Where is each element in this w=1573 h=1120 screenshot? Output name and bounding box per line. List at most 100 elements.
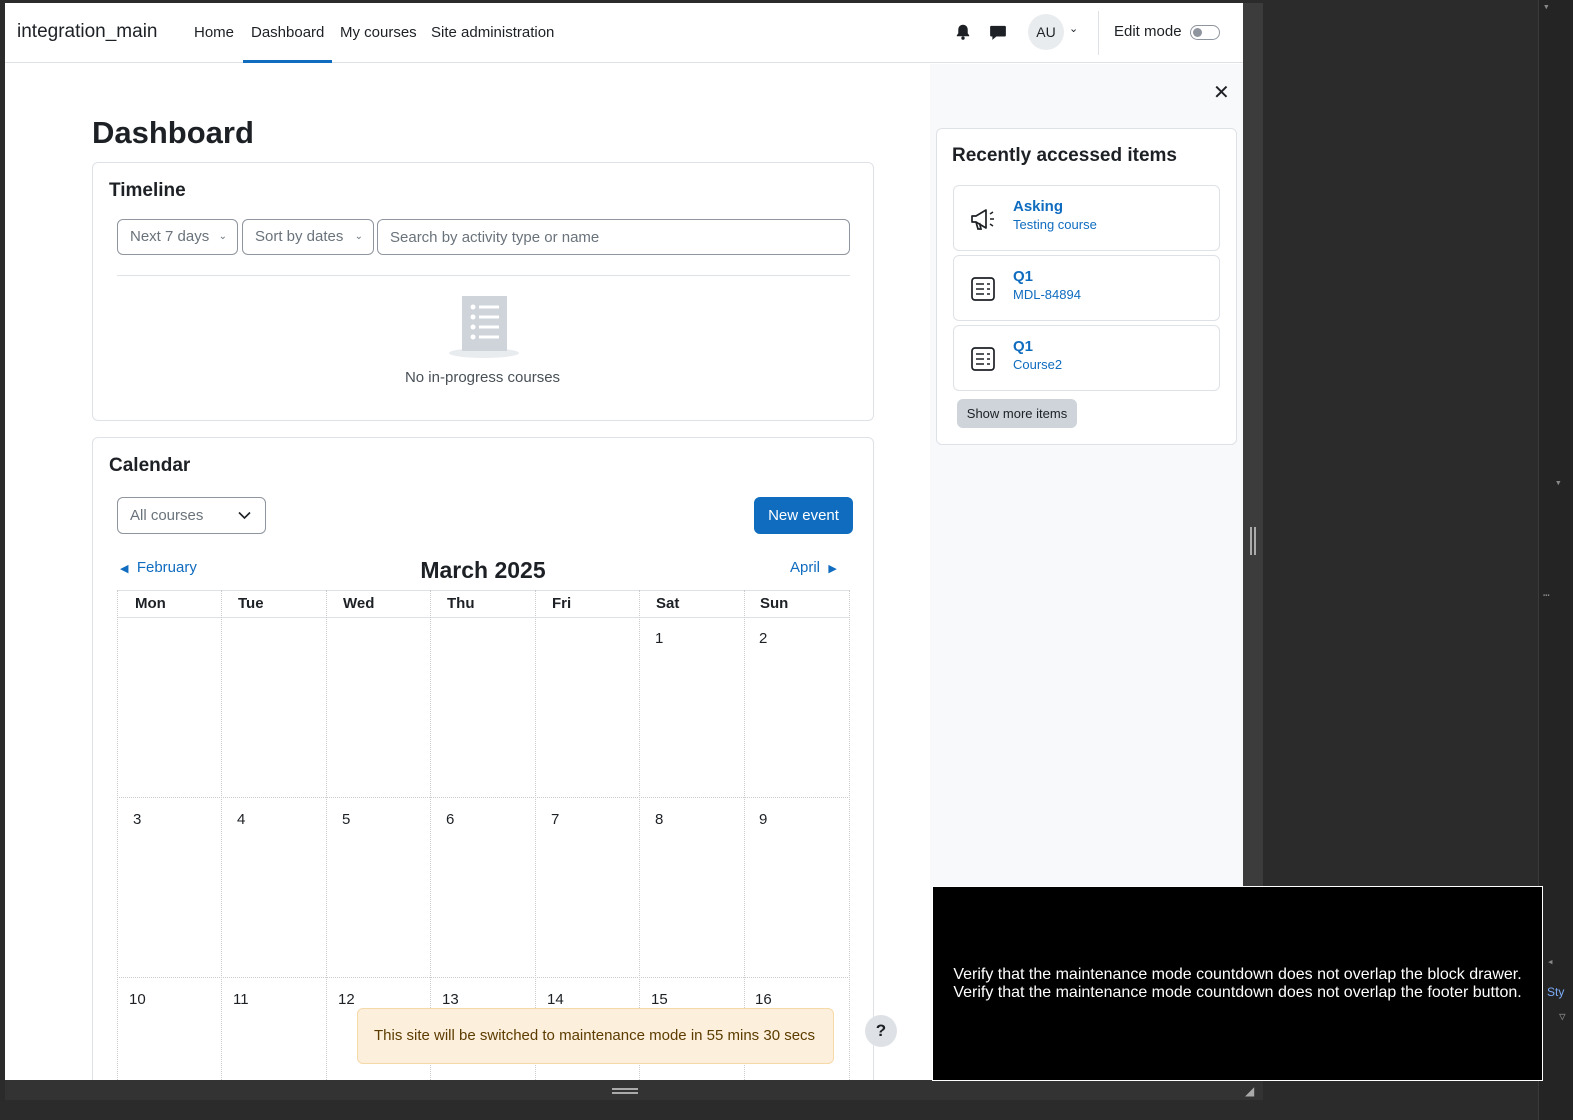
quiz-icon xyxy=(971,347,995,371)
weekday-header: Mon xyxy=(135,595,166,612)
recent-items-title: Recently accessed items xyxy=(952,145,1177,166)
recent-item-course[interactable]: MDL-84894 xyxy=(1013,287,1081,302)
next-month-link[interactable]: April ▶ xyxy=(790,559,837,576)
instruction-line: Verify that the maintenance mode countdo… xyxy=(953,966,1522,983)
day-cell[interactable]: 13 xyxy=(442,991,459,1008)
horizontal-resize-handle[interactable] xyxy=(612,1088,638,1094)
triangle-left-icon[interactable]: ◂ xyxy=(1547,955,1554,968)
day-cell[interactable]: 12 xyxy=(338,991,355,1008)
recent-item-course[interactable]: Testing course xyxy=(1013,217,1097,232)
devtools-styles-tab[interactable]: Sty xyxy=(1547,985,1564,999)
maintenance-countdown-banner: This site will be switched to maintenanc… xyxy=(357,1008,834,1064)
day-cell[interactable]: 15 xyxy=(651,991,668,1008)
help-button[interactable]: ? xyxy=(865,1015,897,1047)
chevron-down-icon: ⌄ xyxy=(218,231,227,242)
month-title: March 2025 xyxy=(420,557,546,583)
show-more-items-button[interactable]: Show more items xyxy=(957,399,1077,428)
next-month-label: April xyxy=(790,559,821,576)
chat-icon[interactable] xyxy=(989,23,1007,41)
triangle-left-icon: ◀ xyxy=(120,562,129,575)
grid-line xyxy=(849,590,850,1080)
close-icon[interactable]: ✕ xyxy=(1213,80,1230,104)
day-cell[interactable]: 1 xyxy=(655,630,663,647)
edit-mode-label: Edit mode xyxy=(1114,23,1182,40)
triangle-right-icon: ▶ xyxy=(828,562,837,575)
weekday-header: Sat xyxy=(656,595,680,612)
timeline-filter-dropdown[interactable]: Next 7 days ⌄ xyxy=(117,219,238,255)
grid-line xyxy=(744,590,745,1080)
grid-line xyxy=(117,617,850,618)
site-name[interactable]: integration_main xyxy=(17,21,157,43)
nav-site-administration[interactable]: Site administration xyxy=(431,24,554,41)
day-cell[interactable]: 5 xyxy=(342,811,350,828)
nav-home[interactable]: Home xyxy=(194,24,234,41)
edit-mode-toggle[interactable] xyxy=(1190,25,1220,40)
filter-icon[interactable]: ▽ xyxy=(1559,1010,1566,1023)
day-cell[interactable]: 16 xyxy=(755,991,772,1008)
timeline-filter-label: Next 7 days xyxy=(130,228,210,245)
grid-line xyxy=(117,797,850,798)
grid-line xyxy=(117,977,850,978)
prev-month-link[interactable]: ◀ February xyxy=(120,559,197,576)
vertical-resize-handle[interactable] xyxy=(1250,527,1256,555)
weekday-header: Sun xyxy=(760,595,789,612)
grid-line xyxy=(430,590,431,1080)
grid-line xyxy=(535,590,536,1080)
resize-corner-icon[interactable]: ◢ xyxy=(1245,1084,1254,1098)
avatar[interactable]: AU xyxy=(1028,14,1064,50)
grid-line xyxy=(117,590,118,1080)
timeline-sort-dropdown[interactable]: Sort by dates ⌄ xyxy=(242,219,374,255)
bell-icon[interactable] xyxy=(954,23,972,41)
day-cell[interactable]: 7 xyxy=(551,811,559,828)
more-icon[interactable]: … xyxy=(1543,586,1550,599)
day-cell[interactable]: 4 xyxy=(237,811,245,828)
day-cell[interactable]: 11 xyxy=(233,991,249,1008)
course-filter-select[interactable]: All courses xyxy=(117,497,266,534)
collapse-triangle-icon[interactable]: ▾ xyxy=(1555,476,1562,489)
calendar-grid: Mon Tue Wed Thu Fri Sat Sun 1 2 3 4 5 6 … xyxy=(117,590,850,1080)
prev-month-label: February xyxy=(136,559,197,576)
weekday-header: Fri xyxy=(552,595,572,612)
timeline-sort-label: Sort by dates xyxy=(255,228,344,245)
navbar-divider xyxy=(1098,11,1099,55)
nav-my-courses[interactable]: My courses xyxy=(340,24,417,41)
recent-item[interactable]: Q1 Course2 xyxy=(953,325,1220,391)
chevron-down-icon xyxy=(238,511,251,520)
devtools-panel: ▾ ▾ … ◂ Sty ▽ xyxy=(1538,0,1573,1120)
timeline-title: Timeline xyxy=(109,180,186,201)
day-cell[interactable]: 3 xyxy=(133,811,141,828)
recent-item-course[interactable]: Course2 xyxy=(1013,357,1062,372)
day-cell[interactable]: 2 xyxy=(759,630,767,647)
grid-line xyxy=(639,590,640,1080)
recent-item-name[interactable]: Q1 xyxy=(1013,268,1033,285)
quiz-icon xyxy=(971,277,995,301)
recent-item-name[interactable]: Asking xyxy=(1013,198,1063,215)
day-cell[interactable]: 14 xyxy=(547,991,564,1008)
recent-item[interactable]: Q1 MDL-84894 xyxy=(953,255,1220,321)
recent-item[interactable]: Asking Testing course xyxy=(953,185,1220,251)
page-title: Dashboard xyxy=(92,115,254,150)
empty-state-text: No in-progress courses xyxy=(404,369,561,386)
test-instructions-overlay: Verify that the maintenance mode countdo… xyxy=(932,886,1543,1081)
megaphone-icon xyxy=(971,209,994,230)
active-nav-indicator xyxy=(243,60,332,63)
day-cell[interactable]: 9 xyxy=(759,811,767,828)
toggle-knob xyxy=(1193,28,1202,37)
navbar: integration_main Home Dashboard My cours… xyxy=(5,3,1243,63)
weekday-header: Tue xyxy=(238,595,264,612)
grid-line xyxy=(221,590,222,1080)
day-cell[interactable]: 10 xyxy=(129,991,146,1008)
collapse-triangle-icon[interactable]: ▾ xyxy=(1543,0,1550,13)
calendar-title: Calendar xyxy=(109,455,191,476)
weekday-header: Wed xyxy=(343,595,375,612)
chevron-down-icon: ⌄ xyxy=(354,231,363,242)
chevron-down-icon[interactable]: ⌄ xyxy=(1069,22,1078,35)
recent-item-name[interactable]: Q1 xyxy=(1013,338,1033,355)
day-cell[interactable]: 8 xyxy=(655,811,663,828)
timeline-search-input[interactable] xyxy=(377,219,850,255)
day-cell[interactable]: 6 xyxy=(446,811,454,828)
instruction-line: Verify that the maintenance mode countdo… xyxy=(953,984,1522,1001)
nav-dashboard[interactable]: Dashboard xyxy=(251,24,324,41)
new-event-button[interactable]: New event xyxy=(754,497,853,534)
divider xyxy=(117,275,850,276)
